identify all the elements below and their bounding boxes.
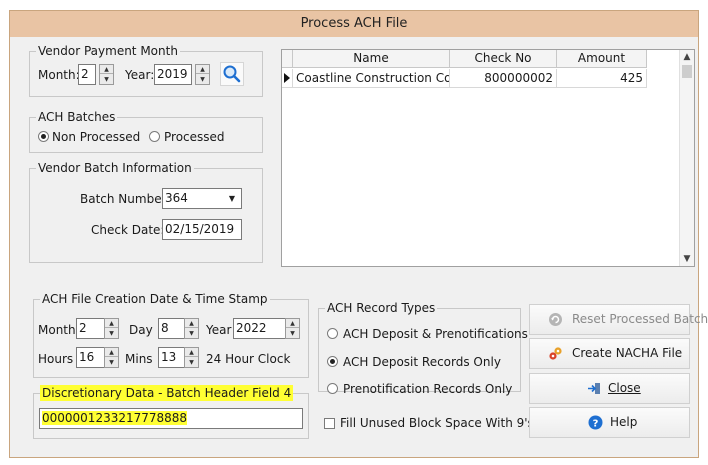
help-icon: ? bbox=[588, 415, 603, 430]
ach-batches-title: ACH Batches bbox=[36, 109, 118, 125]
ach-record-types-group: ACH Record Types ACH Deposit & Prenotifi… bbox=[318, 300, 528, 396]
dropdown-arrow-icon[interactable]: ▼ bbox=[225, 191, 239, 206]
fill-unused-label: Fill Unused Block Space With 9's bbox=[340, 416, 534, 430]
vendor-batch-info-group: Vendor Batch Information Batch Number: 3… bbox=[29, 160, 263, 263]
create-nacha-file-button[interactable]: Create NACHA File bbox=[529, 338, 690, 369]
creation-year-label: Year bbox=[206, 323, 232, 337]
batch-number-value: 364 bbox=[165, 191, 188, 205]
process-ach-window: Process ACH File Vendor Payment Month Mo… bbox=[9, 10, 708, 458]
caret-up-icon[interactable]: ▲ bbox=[105, 348, 118, 357]
exit-icon bbox=[588, 383, 600, 394]
clock-label: 24 Hour Clock bbox=[206, 352, 291, 366]
column-header-name[interactable]: Name bbox=[293, 50, 450, 68]
caret-down-icon[interactable]: ▼ bbox=[185, 358, 198, 367]
caret-down-icon[interactable]: ▼ bbox=[286, 329, 299, 338]
vpm-year-input[interactable]: 2019 bbox=[154, 64, 192, 85]
caret-up-icon[interactable]: ▲ bbox=[185, 319, 198, 328]
vpm-month-input[interactable]: 2 bbox=[78, 64, 96, 85]
svg-text:?: ? bbox=[593, 418, 599, 429]
creation-day-spinner[interactable]: ▲ ▼ bbox=[184, 318, 199, 339]
create-nacha-file-label: Create NACHA File bbox=[572, 346, 683, 360]
creation-month-label: Month bbox=[38, 323, 76, 337]
cell-name[interactable]: Coastline Construction Comp bbox=[293, 69, 450, 88]
discretionary-data-value: 0000001233217778888 bbox=[42, 411, 188, 425]
window-title: Process ACH File bbox=[10, 11, 698, 37]
caret-up-icon[interactable]: ▲ bbox=[105, 319, 118, 328]
row-header-corner bbox=[282, 50, 293, 68]
gears-icon bbox=[549, 347, 562, 360]
creation-mins-spinner[interactable]: ▲ ▼ bbox=[184, 347, 199, 368]
cell-check-no[interactable]: 800000002 bbox=[450, 69, 557, 88]
fill-unused-checkbox[interactable] bbox=[324, 418, 335, 429]
vpm-year-label: Year: bbox=[125, 68, 155, 82]
check-date-label: Check Date: bbox=[91, 223, 165, 237]
processed-radio[interactable] bbox=[149, 131, 160, 142]
column-header-amount[interactable]: Amount bbox=[557, 50, 647, 68]
ach-record-types-title: ACH Record Types bbox=[325, 300, 438, 316]
deposit-only-label: ACH Deposit Records Only bbox=[343, 355, 501, 369]
reset-icon bbox=[549, 313, 562, 326]
processed-label: Processed bbox=[164, 130, 225, 144]
vendor-batch-info-title: Vendor Batch Information bbox=[36, 160, 194, 176]
discretionary-data-group: Discretionary Data - Batch Header Field … bbox=[33, 385, 309, 439]
check-date-input[interactable]: 02/15/2019 bbox=[162, 219, 242, 240]
reset-processed-batch-button[interactable]: Reset Processed Batch bbox=[529, 304, 708, 335]
close-button[interactable]: Close bbox=[529, 373, 690, 404]
ach-batches-group: ACH Batches Non Processed Processed bbox=[29, 109, 263, 153]
creation-month-spinner[interactable]: ▲ ▼ bbox=[104, 318, 119, 339]
caret-down-icon[interactable]: ▼ bbox=[105, 358, 118, 367]
deposit-prenotifications-label: ACH Deposit & Prenotifications bbox=[343, 327, 528, 341]
ach-file-creation-title: ACH File Creation Date & Time Stamp bbox=[40, 291, 270, 307]
caret-up-icon[interactable]: ▲ bbox=[286, 319, 299, 328]
deposit-prenotifications-radio[interactable] bbox=[327, 328, 338, 339]
help-label: Help bbox=[610, 415, 638, 429]
creation-hours-spinner[interactable]: ▲ ▼ bbox=[104, 347, 119, 368]
non-processed-label: Non Processed bbox=[52, 130, 141, 144]
search-button[interactable] bbox=[220, 62, 244, 86]
window-body: Vendor Payment Month Month: 2 ▲ ▼ Year: … bbox=[13, 37, 708, 454]
search-icon bbox=[223, 65, 241, 83]
batch-number-label: Batch Number: bbox=[80, 192, 171, 206]
row-pointer-icon bbox=[284, 73, 290, 83]
creation-year-spinner[interactable]: ▲ ▼ bbox=[285, 318, 300, 339]
deposit-only-radio[interactable] bbox=[327, 356, 338, 367]
caret-up-icon[interactable]: ▲ bbox=[100, 65, 113, 74]
ach-file-creation-group: ACH File Creation Date & Time Stamp Mont… bbox=[33, 291, 309, 378]
discretionary-data-title: Discretionary Data - Batch Header Field … bbox=[40, 385, 294, 401]
scroll-thumb[interactable] bbox=[682, 65, 692, 78]
cell-amount[interactable]: 425 bbox=[557, 69, 647, 88]
caret-up-icon[interactable]: ▲ bbox=[196, 65, 209, 74]
discretionary-data-input[interactable]: 0000001233217778888 bbox=[39, 408, 303, 429]
caret-up-icon[interactable]: ▲ bbox=[185, 348, 198, 357]
creation-day-label: Day bbox=[129, 323, 153, 337]
reset-processed-batch-label: Reset Processed Batch bbox=[572, 312, 708, 326]
vendor-payment-month-title: Vendor Payment Month bbox=[36, 43, 180, 59]
prenotification-only-radio[interactable] bbox=[327, 383, 338, 394]
caret-down-icon[interactable]: ▼ bbox=[185, 329, 198, 338]
grid-vertical-scrollbar[interactable]: ▲ ▼ bbox=[679, 50, 694, 266]
vendor-payment-month-group: Vendor Payment Month Month: 2 ▲ ▼ Year: … bbox=[29, 43, 263, 97]
scroll-up-icon[interactable]: ▲ bbox=[680, 50, 694, 64]
vpm-month-label: Month: bbox=[38, 68, 80, 82]
non-processed-radio[interactable] bbox=[38, 131, 49, 142]
prenotification-only-label: Prenotification Records Only bbox=[343, 382, 513, 396]
caret-down-icon[interactable]: ▼ bbox=[196, 75, 209, 84]
caret-down-icon[interactable]: ▼ bbox=[105, 329, 118, 338]
column-header-check-no[interactable]: Check No bbox=[450, 50, 557, 68]
checks-grid[interactable]: Name Check No Amount Coastline Construct… bbox=[281, 49, 695, 267]
caret-down-icon[interactable]: ▼ bbox=[100, 75, 113, 84]
vpm-month-spinner[interactable]: ▲ ▼ bbox=[99, 64, 114, 85]
creation-mins-label: Mins bbox=[125, 352, 153, 366]
row-selector[interactable] bbox=[282, 69, 293, 88]
batch-number-select[interactable]: 364 ▼ bbox=[162, 188, 242, 209]
creation-hours-label: Hours bbox=[38, 352, 74, 366]
close-label: Close bbox=[608, 381, 641, 395]
help-button[interactable]: ? Help bbox=[529, 407, 690, 438]
scroll-down-icon[interactable]: ▼ bbox=[680, 252, 694, 266]
vpm-year-spinner[interactable]: ▲ ▼ bbox=[195, 64, 210, 85]
